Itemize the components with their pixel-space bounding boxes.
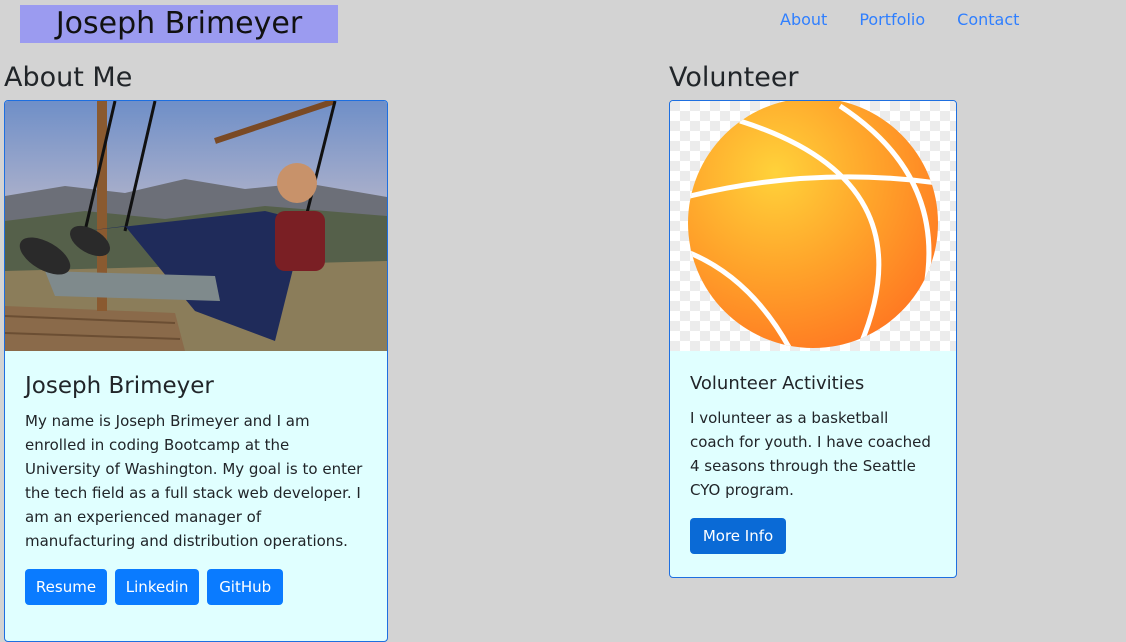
volunteer-card-title: Volunteer Activities xyxy=(690,373,865,394)
about-card-title: Joseph Brimeyer xyxy=(25,373,214,399)
volunteer-section-title: Volunteer xyxy=(669,62,799,93)
hammock-photo-illustration xyxy=(5,101,387,351)
nav-link-about[interactable]: About xyxy=(780,8,827,30)
more-info-button[interactable]: More Info xyxy=(690,518,786,554)
nav-link-portfolio[interactable]: Portfolio xyxy=(859,8,925,30)
profile-photo xyxy=(5,101,387,351)
basketball-icon xyxy=(670,101,956,351)
github-button[interactable]: GitHub xyxy=(207,569,284,605)
about-section-title: About Me xyxy=(4,62,133,93)
about-card: Joseph Brimeyer My name is Joseph Brimey… xyxy=(4,100,388,642)
volunteer-card: Volunteer Activities I volunteer as a ba… xyxy=(669,100,957,578)
about-button-group: Resume Linkedin GitHub xyxy=(25,569,367,605)
volunteer-card-text: I volunteer as a basketball coach for yo… xyxy=(690,409,931,499)
site-brand[interactable]: Joseph Brimeyer xyxy=(20,5,338,43)
about-card-text: My name is Joseph Brimeyer and I am enro… xyxy=(25,412,363,550)
nav-link-contact[interactable]: Contact xyxy=(957,8,1019,30)
basketball-image xyxy=(670,101,956,351)
main-nav: About Portfolio Contact xyxy=(780,8,1051,30)
linkedin-button[interactable]: Linkedin xyxy=(115,569,200,605)
resume-button[interactable]: Resume xyxy=(25,569,107,605)
